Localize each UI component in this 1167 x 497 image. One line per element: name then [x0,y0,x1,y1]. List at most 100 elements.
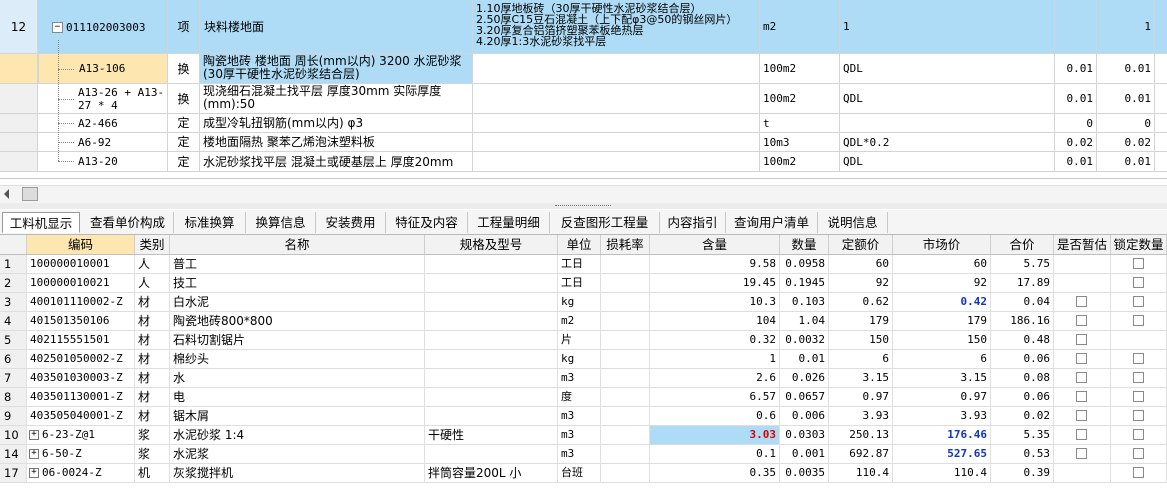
qty-expr-cell[interactable]: 1 [840,0,1055,53]
header-code[interactable]: 编码 [27,235,135,254]
cell-content[interactable]: 0.1 [650,445,780,463]
cell-market[interactable]: 150 [893,331,991,349]
cell-name[interactable]: 灰浆搅拌机 [170,464,425,482]
cell-name[interactable]: 白水泥 [170,293,425,311]
cell-market[interactable]: 110.4 [893,464,991,482]
cell-name[interactable]: 锯木屑 [170,407,425,425]
estimate-checkbox[interactable] [1076,296,1087,307]
scroll-left-icon[interactable] [4,189,9,199]
lock-checkbox[interactable] [1133,410,1144,421]
cell-content[interactable]: 9.58 [650,255,780,273]
lock-checkbox[interactable] [1133,277,1144,288]
cell-spec[interactable]: 干硬性 [425,426,558,444]
cell-spec[interactable]: 拌筒容量200L 小 [425,464,558,482]
tab-unit-price[interactable]: 查看单价构成 [82,212,174,233]
cell-name[interactable]: 水泥砂浆 1:4 [170,426,425,444]
cell-content[interactable]: 1 [650,350,780,368]
header-content[interactable]: 含量 [650,235,780,254]
cell-loss[interactable] [601,445,650,463]
cell-market[interactable]: 60 [893,255,991,273]
cell-spec[interactable] [425,445,558,463]
tab-content-guide[interactable]: 内容指引 [660,212,726,233]
lock-checkbox[interactable] [1133,372,1144,383]
cell-market[interactable]: 92 [893,274,991,292]
estimate-checkbox[interactable] [1076,410,1087,421]
resource-row[interactable]: 9 403505040001-Z 材锯木屑 m3 0.6 0.006 3.93 3.93 0.0… [0,407,1167,426]
header-unit[interactable]: 单位 [558,235,601,254]
header-loss-rate[interactable]: 损耗率 [601,235,650,254]
tab-graphic-quantity[interactable]: 反查图形工程量 [550,212,660,233]
lock-checkbox[interactable] [1133,448,1144,459]
lock-checkbox[interactable] [1133,353,1144,364]
header-category[interactable]: 类别 [135,235,170,254]
panel-splitter[interactable] [0,203,1167,209]
quota-row[interactable]: A6-92 定 楼地面隔热 聚苯乙烯泡沫塑料板 10m3 QDL*0.2 0.0… [0,133,1167,152]
resource-row[interactable]: 14 +6-50-Z 浆水泥浆 m3 0.1 0.001 692.87 527.65 0.53 [0,445,1167,464]
lock-checkbox[interactable] [1133,429,1144,440]
lock-checkbox[interactable] [1133,391,1144,402]
cell-market[interactable]: 3.93 [893,407,991,425]
cell-content[interactable]: 0.6 [650,407,780,425]
cell-market[interactable]: 3.15 [893,369,991,387]
qty-expr-cell[interactable]: QDL [840,152,1055,171]
name-cell[interactable]: 成型冷轧扭钢筋(mm以内) φ3 [200,114,473,132]
cell-name[interactable]: 普工 [170,255,425,273]
cell-spec[interactable] [425,312,558,330]
cell-name[interactable]: 水泥浆 [170,445,425,463]
estimate-checkbox[interactable] [1076,315,1087,326]
resource-row[interactable]: 1 100000010001 人普工 工日 9.58 0.0958 60 60 5.75 [0,255,1167,274]
cell-name[interactable]: 陶瓷地砖800*800 [170,312,425,330]
features-cell[interactable]: 1.10厚地板砖（30厚干硬性水泥砂浆结合层） 2.50厚C15豆石混凝土（上下… [473,0,760,53]
expand-icon[interactable]: + [29,468,39,478]
cell-content[interactable]: 19.45 [650,274,780,292]
cell-market[interactable]: 176.46 [893,426,991,444]
scroll-thumb[interactable] [22,187,38,201]
cell-spec[interactable] [425,407,558,425]
quota-row-item[interactable]: 12 −011102003003 项 块料楼地面 1.10厚地板砖（30厚干硬性… [0,0,1167,54]
tab-conversion-info[interactable]: 换算信息 [246,212,316,233]
name-cell[interactable]: 块料楼地面 [200,0,473,53]
lock-checkbox[interactable] [1133,296,1144,307]
cell-spec[interactable] [425,388,558,406]
lock-checkbox[interactable] [1133,467,1144,478]
tab-install-fee[interactable]: 安装费用 [316,212,386,233]
lock-checkbox[interactable] [1133,315,1144,326]
quota-row[interactable]: A13-20 定 水泥砂浆找平层 混凝土或硬基层上 厚度20mm 100m2 Q… [0,152,1167,172]
horizontal-scrollbar[interactable] [0,185,1167,204]
name-cell[interactable]: 水泥砂浆找平层 混凝土或硬基层上 厚度20mm [200,152,473,171]
features-cell[interactable] [473,114,760,132]
cell-loss[interactable] [601,312,650,330]
qty-expr-cell[interactable]: QDL [840,54,1055,83]
estimate-checkbox[interactable] [1076,334,1087,345]
cell-content[interactable]: 104 [650,312,780,330]
header-market-price[interactable]: 市场价 [893,235,991,254]
cell-loss[interactable] [601,369,650,387]
cell-market[interactable]: 0.42 [893,293,991,311]
cell-spec[interactable] [425,255,558,273]
cell-spec[interactable] [425,274,558,292]
header-spec[interactable]: 规格及型号 [425,235,558,254]
cell-loss[interactable] [601,426,650,444]
resource-row[interactable]: 6 402501050002-Z 材棉纱头 kg 1 0.01 6 6 0.06 [0,350,1167,369]
cell-loss[interactable] [601,350,650,368]
cell-spec[interactable] [425,331,558,349]
cell-loss[interactable] [601,255,650,273]
name-cell[interactable]: 现浇细石混凝土找平层 厚度30mm 实际厚度(mm):50 [200,84,473,113]
resource-row[interactable]: 5 402115551501 材石料切割锯片片 0.32 0.0032 150 150 0.4… [0,331,1167,350]
cell-name[interactable]: 棉纱头 [170,350,425,368]
resource-row[interactable]: 10 +6-23-Z@1 浆水泥砂浆 1:4 干硬性 m3 3.03 0.0303 250.1… [0,426,1167,445]
cell-spec[interactable] [425,350,558,368]
features-cell[interactable] [473,133,760,151]
header-quantity[interactable]: 数量 [780,235,829,254]
cell-content[interactable]: 6.57 [650,388,780,406]
cell-content[interactable]: 10.3 [650,293,780,311]
cell-loss[interactable] [601,388,650,406]
estimate-checkbox[interactable] [1076,448,1087,459]
cell-market[interactable]: 6 [893,350,991,368]
resource-row[interactable]: 7 403501030003-Z 材水 m3 2.6 0.026 3.15 3.15 0.08 [0,369,1167,388]
resource-row[interactable]: 17 +06-0024-Z 机灰浆搅拌机 拌筒容量200L 小台班 0.35 0.0035… [0,464,1167,483]
cell-spec[interactable] [425,293,558,311]
estimate-checkbox[interactable] [1076,372,1087,383]
expand-icon[interactable]: + [29,430,39,440]
cell-content[interactable]: 0.35 [650,464,780,482]
